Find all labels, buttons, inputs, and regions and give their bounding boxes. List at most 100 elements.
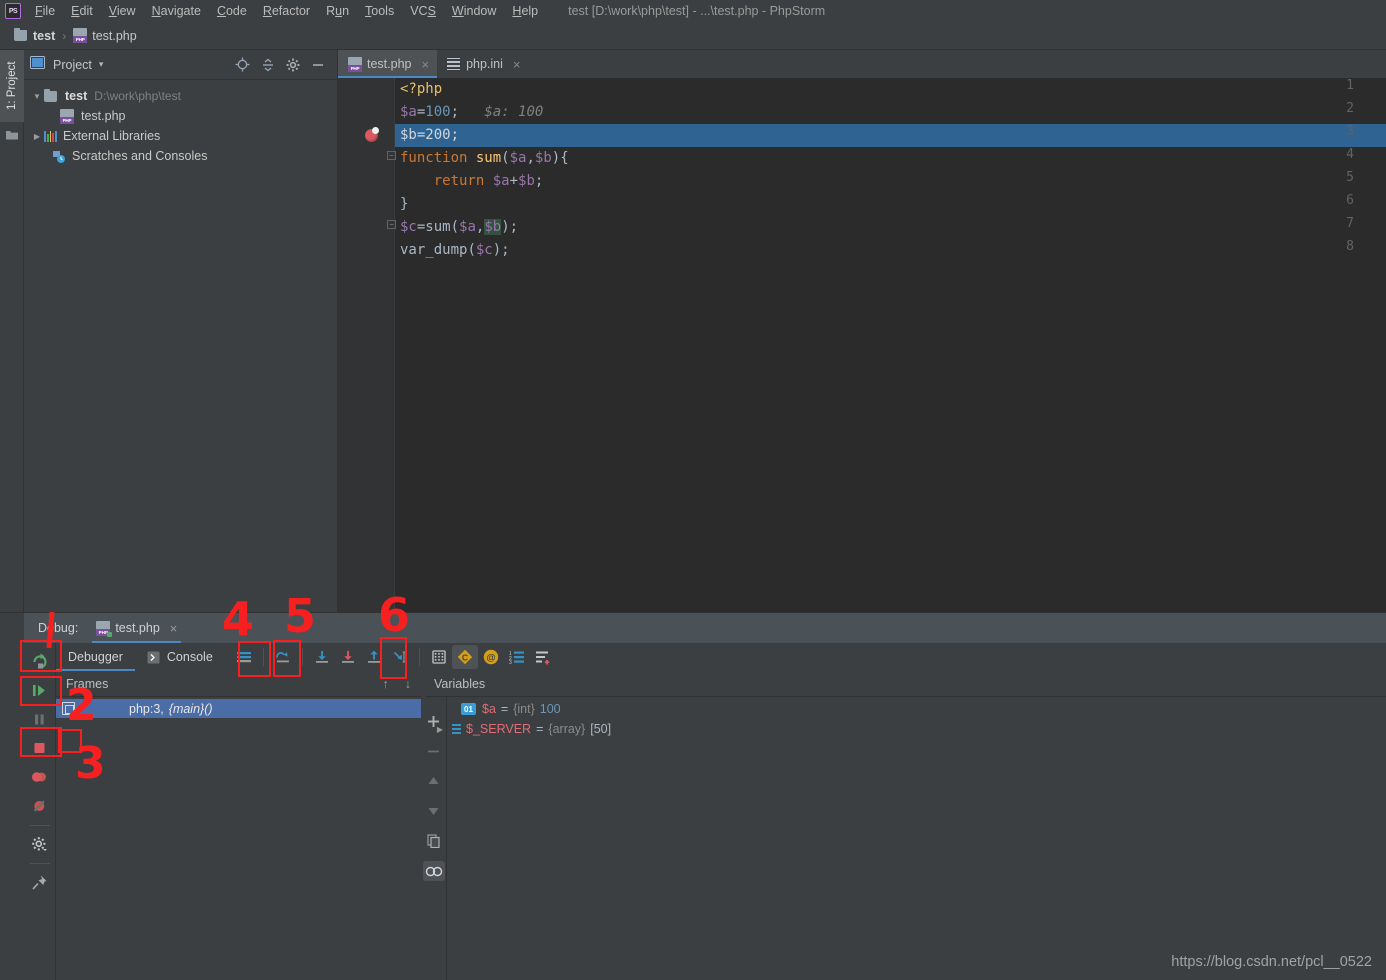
tree-row-test-folder[interactable]: ▼ test D:\work\php\test: [24, 86, 337, 106]
c-badge-button[interactable]: C: [451, 645, 478, 669]
step-into-button[interactable]: [309, 645, 335, 669]
evaluate-expression-button[interactable]: [426, 645, 452, 669]
code-line-4: function sum($a,$b){: [400, 150, 569, 166]
copy-button[interactable]: [423, 831, 445, 851]
tab-debugger[interactable]: Debugger: [56, 643, 135, 671]
divider: [418, 648, 420, 666]
menu-refactor[interactable]: Refactor: [255, 2, 318, 20]
expand-arrow-icon[interactable]: ▶: [30, 132, 44, 141]
run-to-cursor-button[interactable]: [387, 645, 413, 669]
tree-row-external-libraries[interactable]: ▶ External Libraries: [24, 126, 337, 146]
tree-label: Scratches and Consoles: [72, 149, 208, 163]
divider: [301, 648, 303, 666]
breakpoint-icon[interactable]: [365, 127, 379, 142]
step-over-button[interactable]: [270, 645, 296, 669]
tab-console[interactable]: Console: [135, 643, 225, 671]
view-breakpoints-button[interactable]: [24, 763, 56, 792]
line-number: 3: [1346, 124, 1354, 139]
editor-tab-test-php[interactable]: test.php ×: [338, 50, 438, 78]
variable-row-a[interactable]: 01 $a = {int} 100: [447, 699, 561, 719]
locate-icon[interactable]: [235, 57, 250, 72]
menu-view[interactable]: View: [101, 2, 144, 20]
expand-arrow-icon[interactable]: ▼: [30, 92, 44, 101]
window-title: test [D:\work\php\test] - ...\test.php -…: [568, 4, 826, 18]
tab-console-label: Console: [166, 650, 213, 664]
close-icon[interactable]: ×: [513, 57, 521, 72]
gear-icon[interactable]: [286, 58, 300, 72]
variable-row-server[interactable]: ▶ $_SERVER = {array} [50]: [433, 719, 611, 739]
scrollbar-thumb[interactable]: [1372, 124, 1386, 147]
collapse-all-icon[interactable]: [261, 58, 275, 72]
pin-button[interactable]: [24, 868, 56, 897]
sidebar-tab-project[interactable]: 1: Project: [0, 50, 24, 122]
menu-vcs[interactable]: VCS: [402, 2, 444, 20]
rerun-button[interactable]: [24, 647, 56, 676]
tree-path: D:\work\php\test: [94, 89, 181, 103]
project-window-icon: [30, 55, 45, 74]
step-out-button[interactable]: [361, 645, 387, 669]
variable-name: $_SERVER: [466, 722, 532, 736]
chevron-down-icon[interactable]: ▾: [99, 59, 104, 70]
inspect-button[interactable]: [422, 861, 445, 881]
tree-row-scratches-and-consoles[interactable]: Scratches and Consoles: [24, 146, 337, 166]
variable-name: $a: [482, 702, 496, 716]
add-watch-button[interactable]: [530, 645, 556, 669]
pause-program-button[interactable]: [24, 705, 56, 734]
menu-tools[interactable]: Tools: [357, 2, 402, 20]
php-run-icon: [96, 620, 113, 637]
tree-label: test.php: [81, 109, 126, 123]
line-number: 1: [1346, 78, 1354, 93]
breadcrumb-project[interactable]: test: [14, 28, 55, 43]
editor-tab-php-ini[interactable]: php.ini ×: [437, 50, 529, 78]
menu-navigate[interactable]: Navigate: [144, 2, 209, 20]
breadcrumb-file[interactable]: test.php: [73, 28, 137, 43]
menu-help[interactable]: Help: [504, 2, 546, 20]
resume-program-button[interactable]: [24, 676, 56, 705]
frames-sort-down-icon[interactable]: ↓: [405, 677, 411, 691]
variables-actions-column: [421, 697, 447, 980]
menu-window[interactable]: Window: [444, 2, 504, 20]
divider: [29, 863, 50, 864]
editor-scrollbar[interactable]: [1372, 78, 1386, 612]
line-number: 4: [1346, 147, 1354, 162]
expand-arrow-icon[interactable]: ▶: [433, 725, 447, 734]
fold-marker-icon[interactable]: −: [387, 151, 396, 160]
code-line-3: $b=200;: [400, 127, 460, 143]
project-panel-header: Project ▾: [24, 50, 337, 80]
tree-label: External Libraries: [63, 129, 161, 143]
minimize-icon[interactable]: [311, 58, 325, 72]
remove-variable-button[interactable]: [423, 741, 445, 761]
frame-list-item[interactable]: php:3, {main}(): [56, 699, 421, 718]
mute-breakpoints-button[interactable]: [24, 792, 56, 821]
sort-values-button[interactable]: 123: [504, 645, 530, 669]
tree-row-test-php[interactable]: test.php: [24, 106, 337, 126]
close-icon[interactable]: ×: [170, 621, 178, 636]
code-editor[interactable]: 1 2 3 4 5 6 7 8 − − <?php $a=100; $a: 10…: [338, 78, 1386, 612]
int-icon: 01: [461, 703, 476, 715]
frames-sort-up-icon[interactable]: ↑: [383, 677, 389, 691]
project-strip-folder-icon: [5, 128, 19, 140]
debug-session-tab[interactable]: test.php ×: [92, 613, 182, 643]
divider: [262, 648, 264, 666]
at-badge-button[interactable]: @: [478, 645, 504, 669]
menu-run[interactable]: Run: [318, 2, 357, 20]
fold-marker-icon[interactable]: −: [387, 220, 396, 229]
show-execution-point-button[interactable]: [231, 645, 257, 669]
move-up-button[interactable]: [423, 771, 445, 791]
settings-button[interactable]: [24, 830, 56, 859]
frame-label: php:3,: [129, 701, 164, 716]
scratches-icon: [52, 150, 66, 163]
console-icon: [147, 651, 160, 664]
menu-code[interactable]: Code: [209, 2, 255, 20]
stop-button[interactable]: [24, 734, 56, 763]
close-icon[interactable]: ×: [421, 57, 429, 72]
code-line-5: return $a+$b;: [433, 173, 544, 189]
force-step-into-button[interactable]: [335, 645, 361, 669]
move-down-button[interactable]: [423, 801, 445, 821]
line-number: 2: [1346, 101, 1354, 116]
debug-actions-column: [24, 643, 56, 980]
debug-toolbar: Debugger Console C @ 1 2 3: [56, 643, 1386, 671]
menu-file[interactable]: File: [27, 2, 63, 20]
code-line-2: $a=100; $a: 100: [400, 104, 544, 120]
menu-edit[interactable]: Edit: [63, 2, 101, 20]
